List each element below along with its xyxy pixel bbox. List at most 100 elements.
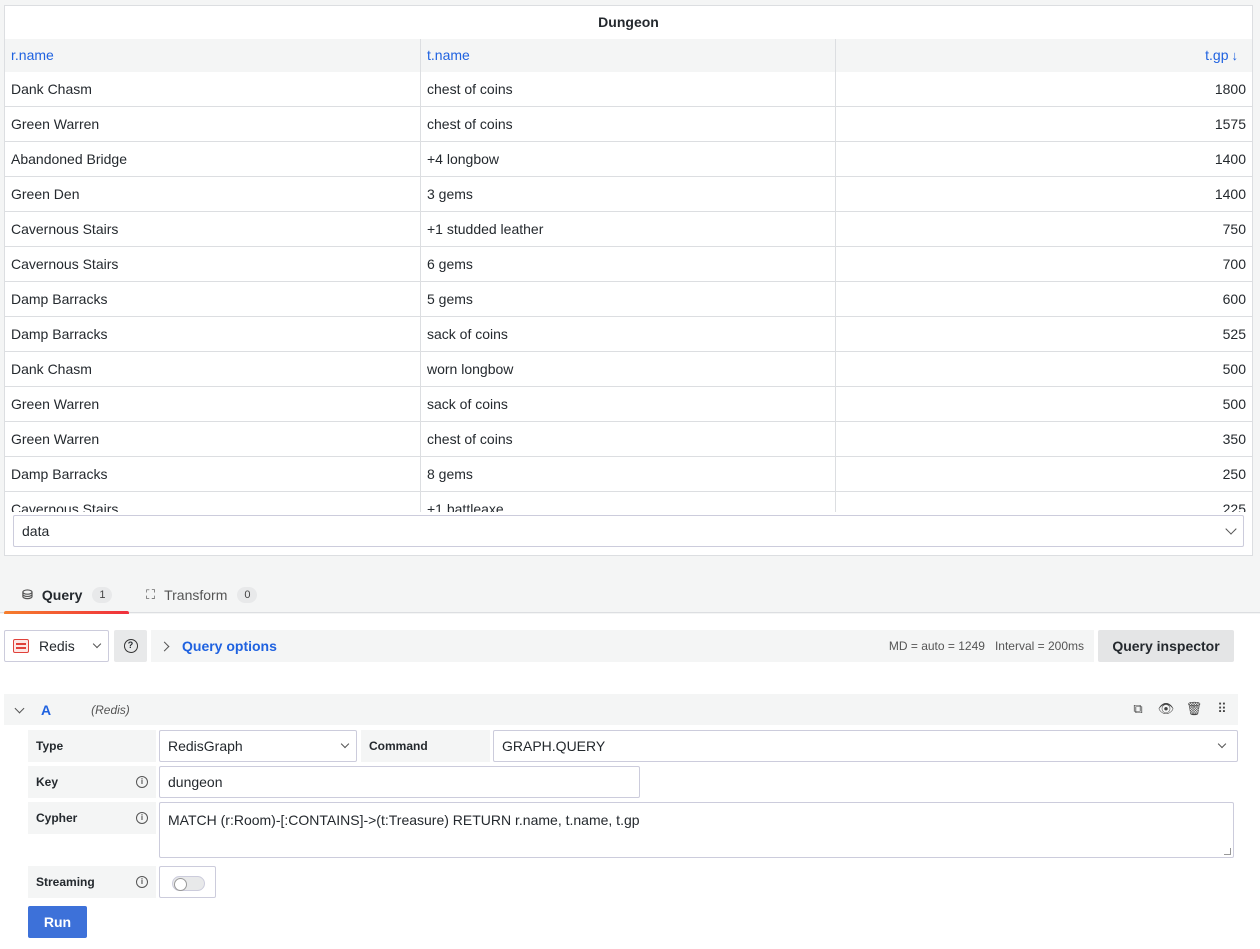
chevron-right-icon bbox=[159, 641, 170, 651]
tab-query-count: 1 bbox=[92, 586, 113, 603]
frame-select[interactable]: data bbox=[13, 515, 1244, 547]
data-table: r.name t.name t.gp ↓ Dank Chasm chest of c… bbox=[5, 39, 1252, 512]
query-datasource-name: (Redis) bbox=[91, 702, 130, 717]
cell-t-gp: 1400 bbox=[1214, 151, 1246, 167]
table-row: Green Warren chest of coins 1575 bbox=[5, 107, 1252, 142]
cell-t-name: 5 gems bbox=[421, 282, 836, 316]
cell-r-name: Abandoned Bridge bbox=[5, 142, 421, 176]
query-options[interactable]: Query options MD = auto = 1249 Interval … bbox=[151, 630, 1094, 662]
key-input[interactable]: dungeon bbox=[159, 766, 640, 798]
cell-r-name: Damp Barracks bbox=[5, 457, 421, 491]
cell-t-gp: 750 bbox=[1222, 221, 1246, 237]
drag-handle-icon[interactable]: ⠿ bbox=[1214, 701, 1230, 717]
key-label: Key i bbox=[28, 766, 156, 798]
cell-r-name: Cavernous Stairs bbox=[5, 492, 421, 512]
chevron-down-icon bbox=[340, 739, 350, 749]
cell-r-name: Green Warren bbox=[5, 387, 421, 421]
streaming-label: Streaming i bbox=[28, 866, 156, 898]
cell-t-name: 3 gems bbox=[421, 177, 836, 211]
cell-r-name: Dank Chasm bbox=[5, 72, 421, 106]
cell-t-name: +1 studded leather bbox=[421, 212, 836, 246]
cell-t-name: worn longbow bbox=[421, 352, 836, 386]
redis-logo-icon bbox=[13, 639, 29, 653]
cell-t-gp: 500 bbox=[1222, 396, 1246, 412]
query-inspector-button[interactable]: Query inspector bbox=[1098, 630, 1234, 662]
chevron-down-icon bbox=[1217, 739, 1227, 749]
help-button[interactable]: ? bbox=[114, 630, 147, 662]
cell-t-name: sack of coins bbox=[421, 387, 836, 421]
table-header: r.name t.name t.gp ↓ bbox=[5, 39, 1252, 72]
transform-icon: ⛶ bbox=[146, 586, 156, 602]
table-row: Abandoned Bridge +4 longbow 1400 bbox=[5, 142, 1252, 177]
cypher-label: Cypher i bbox=[28, 802, 156, 834]
cell-t-name: chest of coins bbox=[421, 422, 836, 456]
table-body: Dank Chasm chest of coins 1800 Green Warren… bbox=[5, 72, 1252, 512]
cell-t-name: chest of coins bbox=[421, 72, 836, 106]
cell-t-name: +1 battleaxe bbox=[421, 492, 836, 512]
database-icon: ⛁ bbox=[22, 586, 33, 602]
info-icon[interactable]: i bbox=[136, 812, 148, 824]
type-label: Type bbox=[28, 730, 156, 762]
command-label: Command bbox=[361, 730, 490, 762]
cell-t-gp: 1800 bbox=[1214, 81, 1246, 97]
query-ref-id[interactable]: A bbox=[41, 702, 51, 718]
command-value: GRAPH.QUERY bbox=[502, 738, 606, 754]
table-row: Damp Barracks 8 gems 250 bbox=[5, 457, 1252, 492]
question-icon: ? bbox=[123, 639, 138, 653]
cypher-textarea[interactable]: MATCH (r:Room)-[:CONTAINS]->(t:Treasure)… bbox=[159, 802, 1234, 858]
panel-title: Dungeon bbox=[598, 14, 659, 30]
column-header-t-gp[interactable]: t.gp ↓ bbox=[836, 39, 1252, 72]
type-select[interactable]: RedisGraph bbox=[159, 730, 357, 762]
query-options-title: Query options bbox=[182, 638, 277, 654]
column-header-r-name[interactable]: r.name bbox=[5, 39, 421, 72]
cell-t-gp: 350 bbox=[1222, 431, 1246, 447]
cell-t-name: sack of coins bbox=[421, 317, 836, 351]
max-data-points: MD = auto = 1249 bbox=[888, 639, 985, 653]
eye-icon[interactable]: 👁 bbox=[1158, 701, 1175, 717]
table-row: Green Den 3 gems 1400 bbox=[5, 177, 1252, 212]
cell-t-name: chest of coins bbox=[421, 107, 836, 141]
cell-r-name: Cavernous Stairs bbox=[5, 247, 421, 281]
tab-transform[interactable]: ⛶ Transform 0 bbox=[146, 576, 258, 613]
table-row: Damp Barracks sack of coins 525 bbox=[5, 317, 1252, 352]
cell-r-name: Dank Chasm bbox=[5, 352, 421, 386]
run-button[interactable]: Run bbox=[28, 906, 87, 938]
cell-t-gp: 500 bbox=[1222, 361, 1246, 377]
collapse-icon[interactable] bbox=[14, 703, 25, 713]
streaming-toggle[interactable] bbox=[172, 876, 205, 891]
cell-t-gp: 1400 bbox=[1214, 186, 1246, 202]
query-row-actions: ⧉ 👁 🗑 ⠿ bbox=[1118, 701, 1230, 717]
cypher-value: MATCH (r:Room)-[:CONTAINS]->(t:Treasure)… bbox=[168, 812, 640, 828]
duplicate-icon[interactable]: ⧉ bbox=[1130, 701, 1146, 717]
tab-query-label: Query bbox=[41, 586, 83, 603]
cell-r-name: Cavernous Stairs bbox=[5, 212, 421, 246]
query-row-header: A (Redis) ⧉ 👁 🗑 ⠿ bbox=[4, 694, 1238, 725]
trash-icon[interactable]: 🗑 bbox=[1186, 701, 1203, 717]
cell-t-name: +4 longbow bbox=[421, 142, 836, 176]
resize-handle-icon[interactable] bbox=[1224, 848, 1231, 855]
table-row: Damp Barracks 5 gems 600 bbox=[5, 282, 1252, 317]
cell-t-gp: 700 bbox=[1222, 256, 1246, 272]
cell-t-gp: 525 bbox=[1222, 326, 1246, 342]
cell-t-gp: 600 bbox=[1222, 291, 1246, 307]
command-select[interactable]: GRAPH.QUERY bbox=[493, 730, 1238, 762]
chevron-down-icon bbox=[92, 639, 102, 649]
sort-desc-icon: ↓ bbox=[1231, 48, 1239, 63]
column-header-t-name[interactable]: t.name bbox=[421, 39, 836, 72]
interval: Interval = 200ms bbox=[994, 639, 1084, 653]
table-row: Dank Chasm worn longbow 500 bbox=[5, 352, 1252, 387]
datasource-picker[interactable]: Redis bbox=[4, 630, 109, 662]
tab-query[interactable]: ⛁ Query 1 bbox=[4, 576, 129, 615]
info-icon[interactable]: i bbox=[136, 876, 148, 888]
cell-t-gp: 250 bbox=[1222, 466, 1246, 482]
tab-transform-label: Transform bbox=[164, 586, 228, 603]
tab-transform-count: 0 bbox=[237, 586, 258, 603]
cell-r-name: Green Den bbox=[5, 177, 421, 211]
table-row: Green Warren sack of coins 500 bbox=[5, 387, 1252, 422]
query-toolbar: Redis ? Query options MD = auto = 1249 I… bbox=[4, 630, 1234, 662]
key-value: dungeon bbox=[168, 774, 223, 790]
table-row: Green Warren chest of coins 350 bbox=[5, 422, 1252, 457]
info-icon[interactable]: i bbox=[136, 776, 148, 788]
table-row: Cavernous Stairs 6 gems 700 bbox=[5, 247, 1252, 282]
cell-t-gp: 225 bbox=[1222, 501, 1246, 512]
